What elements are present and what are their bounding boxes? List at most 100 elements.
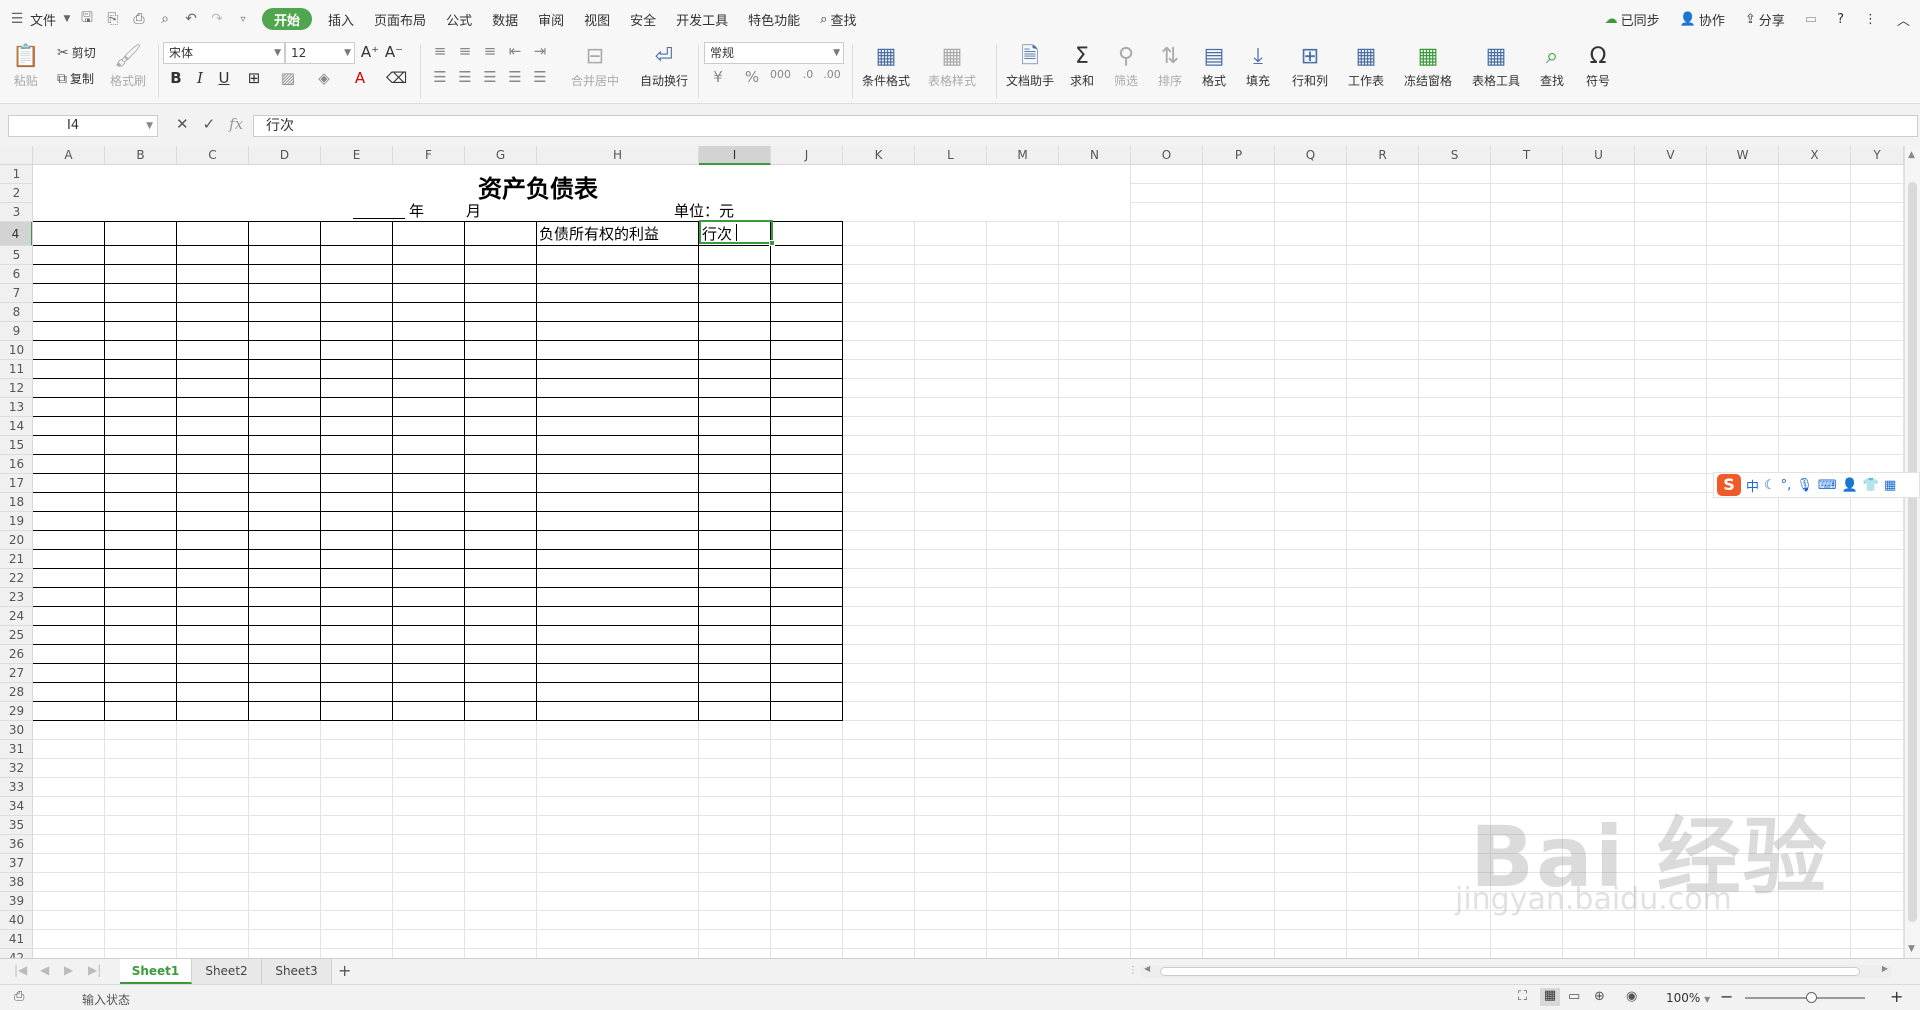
- column-header[interactable]: K: [843, 146, 915, 165]
- tab-home[interactable]: 开始: [262, 8, 313, 30]
- page-layout-icon[interactable]: ⊕: [1594, 989, 1605, 1004]
- sheet-tab[interactable]: Sheet1: [120, 959, 192, 984]
- align-center-icon[interactable]: ☰: [455, 68, 475, 86]
- row-header[interactable]: 42: [0, 949, 32, 958]
- row-header[interactable]: 28: [0, 683, 32, 702]
- last-sheet-icon[interactable]: ▶|: [88, 963, 101, 977]
- tab-view[interactable]: 视图: [574, 0, 620, 38]
- moon-icon[interactable]: ☾: [1764, 478, 1776, 493]
- find-button[interactable]: ⌕ 查找: [1540, 42, 1564, 89]
- column-header[interactable]: U: [1563, 146, 1635, 165]
- align-bottom-icon[interactable]: ≡: [480, 42, 500, 60]
- hamburger-icon[interactable]: ☰: [8, 0, 26, 38]
- row-header[interactable]: 17: [0, 474, 32, 493]
- percent-icon[interactable]: %: [742, 68, 762, 86]
- print-icon[interactable]: ⎙: [126, 0, 152, 38]
- row-header[interactable]: 4: [0, 222, 32, 246]
- row-header[interactable]: 12: [0, 379, 32, 398]
- fx-icon[interactable]: fx: [229, 115, 243, 133]
- layout-icon[interactable]: ▭: [1795, 0, 1827, 38]
- row-header[interactable]: 7: [0, 284, 32, 303]
- column-header[interactable]: D: [249, 146, 321, 165]
- row-header[interactable]: 6: [0, 265, 32, 284]
- align-middle-icon[interactable]: ≡: [455, 42, 475, 60]
- row-header[interactable]: 34: [0, 797, 32, 816]
- chevron-down-icon[interactable]: ▼: [60, 0, 74, 38]
- filter-button[interactable]: ⚲ 筛选: [1114, 42, 1138, 89]
- row-header[interactable]: 15: [0, 436, 32, 455]
- collapse-ribbon-icon[interactable]: ︿: [1887, 0, 1920, 38]
- column-header[interactable]: S: [1419, 146, 1491, 165]
- select-all-corner[interactable]: [0, 146, 33, 165]
- row-header[interactable]: 11: [0, 360, 32, 379]
- file-menu[interactable]: 文件: [26, 0, 60, 38]
- row-header[interactable]: 39: [0, 892, 32, 911]
- tab-splitter[interactable]: ⋮: [1128, 965, 1138, 976]
- scroll-thumb[interactable]: [1908, 182, 1917, 922]
- formula-input[interactable]: 行次: [253, 115, 1918, 137]
- confirm-icon[interactable]: ✓: [203, 115, 216, 133]
- cancel-icon[interactable]: ✕: [176, 115, 189, 133]
- page-break-view-icon[interactable]: ▭: [1568, 989, 1580, 1004]
- user-icon[interactable]: 👤: [1842, 478, 1858, 493]
- align-right-icon[interactable]: ☰: [480, 68, 500, 86]
- tab-security[interactable]: 安全: [620, 0, 666, 38]
- cell-fill-icon[interactable]: ▨: [278, 69, 298, 87]
- row-header[interactable]: 36: [0, 835, 32, 854]
- zoom-out-icon[interactable]: −: [1720, 987, 1733, 1006]
- ime-lang-label[interactable]: 中: [1746, 476, 1759, 495]
- tab-special[interactable]: 特色功能: [738, 0, 810, 38]
- fill-color-icon[interactable]: ◈: [314, 69, 334, 87]
- keyboard-icon[interactable]: ⌨: [1818, 478, 1837, 493]
- share-button[interactable]: ⇪ 分享: [1735, 0, 1795, 38]
- symbol-button[interactable]: Ω 符号: [1586, 42, 1610, 89]
- indent-decrease-icon[interactable]: ⇤: [505, 42, 525, 60]
- font-grow-icon[interactable]: A⁺: [360, 43, 380, 61]
- border-icon[interactable]: ⊞: [244, 69, 264, 87]
- first-sheet-icon[interactable]: |◀: [14, 963, 27, 977]
- add-sheet-icon[interactable]: +: [338, 961, 351, 980]
- save-icon[interactable]: 🖫: [74, 0, 100, 38]
- row-header[interactable]: 27: [0, 664, 32, 683]
- search-button[interactable]: ⌕ 查找: [810, 0, 866, 38]
- zoom-select[interactable]: 100% ▼: [1666, 991, 1710, 1005]
- row-header[interactable]: 1: [0, 165, 32, 184]
- row-header[interactable]: 37: [0, 854, 32, 873]
- decrease-decimal-icon[interactable]: .00: [822, 68, 842, 81]
- column-header[interactable]: X: [1779, 146, 1851, 165]
- column-header[interactable]: B: [105, 146, 177, 165]
- scroll-up-icon[interactable]: ▲: [1908, 150, 1915, 160]
- number-format-select[interactable]: 常规 ▼: [704, 42, 844, 64]
- paste-button[interactable]: 📋 粘贴: [12, 42, 39, 89]
- column-header[interactable]: A: [33, 146, 105, 165]
- column-header[interactable]: E: [321, 146, 393, 165]
- row-col-button[interactable]: ⊞ 行和列: [1292, 42, 1328, 89]
- row-header[interactable]: 9: [0, 322, 32, 341]
- underline-button[interactable]: U: [214, 69, 234, 87]
- row-header[interactable]: 26: [0, 645, 32, 664]
- export-icon[interactable]: ⎘: [100, 0, 126, 38]
- sync-status[interactable]: ☁ 已同步: [1595, 0, 1670, 38]
- scroll-left-icon[interactable]: ◀: [1144, 964, 1150, 973]
- eraser-icon[interactable]: ⌫: [386, 69, 407, 87]
- row-header[interactable]: 16: [0, 455, 32, 474]
- sheet-tab[interactable]: Sheet3: [262, 959, 332, 984]
- align-left-icon[interactable]: ☰: [430, 68, 450, 86]
- macro-icon[interactable]: ⎙: [14, 989, 24, 1004]
- column-header[interactable]: M: [987, 146, 1059, 165]
- name-box[interactable]: I4 ▼: [8, 115, 158, 137]
- column-header[interactable]: C: [177, 146, 249, 165]
- vertical-scrollbar[interactable]: ▲ ▼: [1904, 146, 1920, 958]
- normal-view-icon[interactable]: ▦: [1540, 988, 1560, 1006]
- column-header[interactable]: J: [771, 146, 843, 165]
- scroll-thumb[interactable]: [1160, 967, 1860, 976]
- tab-data[interactable]: 数据: [482, 0, 528, 38]
- fill-handle[interactable]: [769, 240, 775, 246]
- ime-toolbar[interactable]: S 中 ☾ °, 🎙 ⌨ 👤 👕 ▦: [1713, 472, 1920, 498]
- column-header[interactable]: G: [465, 146, 537, 165]
- punctuation-icon[interactable]: °,: [1781, 478, 1792, 493]
- tab-review[interactable]: 审阅: [528, 0, 574, 38]
- collab-button[interactable]: 👤 协作: [1670, 0, 1735, 38]
- sum-button[interactable]: Σ 求和: [1070, 42, 1094, 89]
- row-header[interactable]: 18: [0, 493, 32, 512]
